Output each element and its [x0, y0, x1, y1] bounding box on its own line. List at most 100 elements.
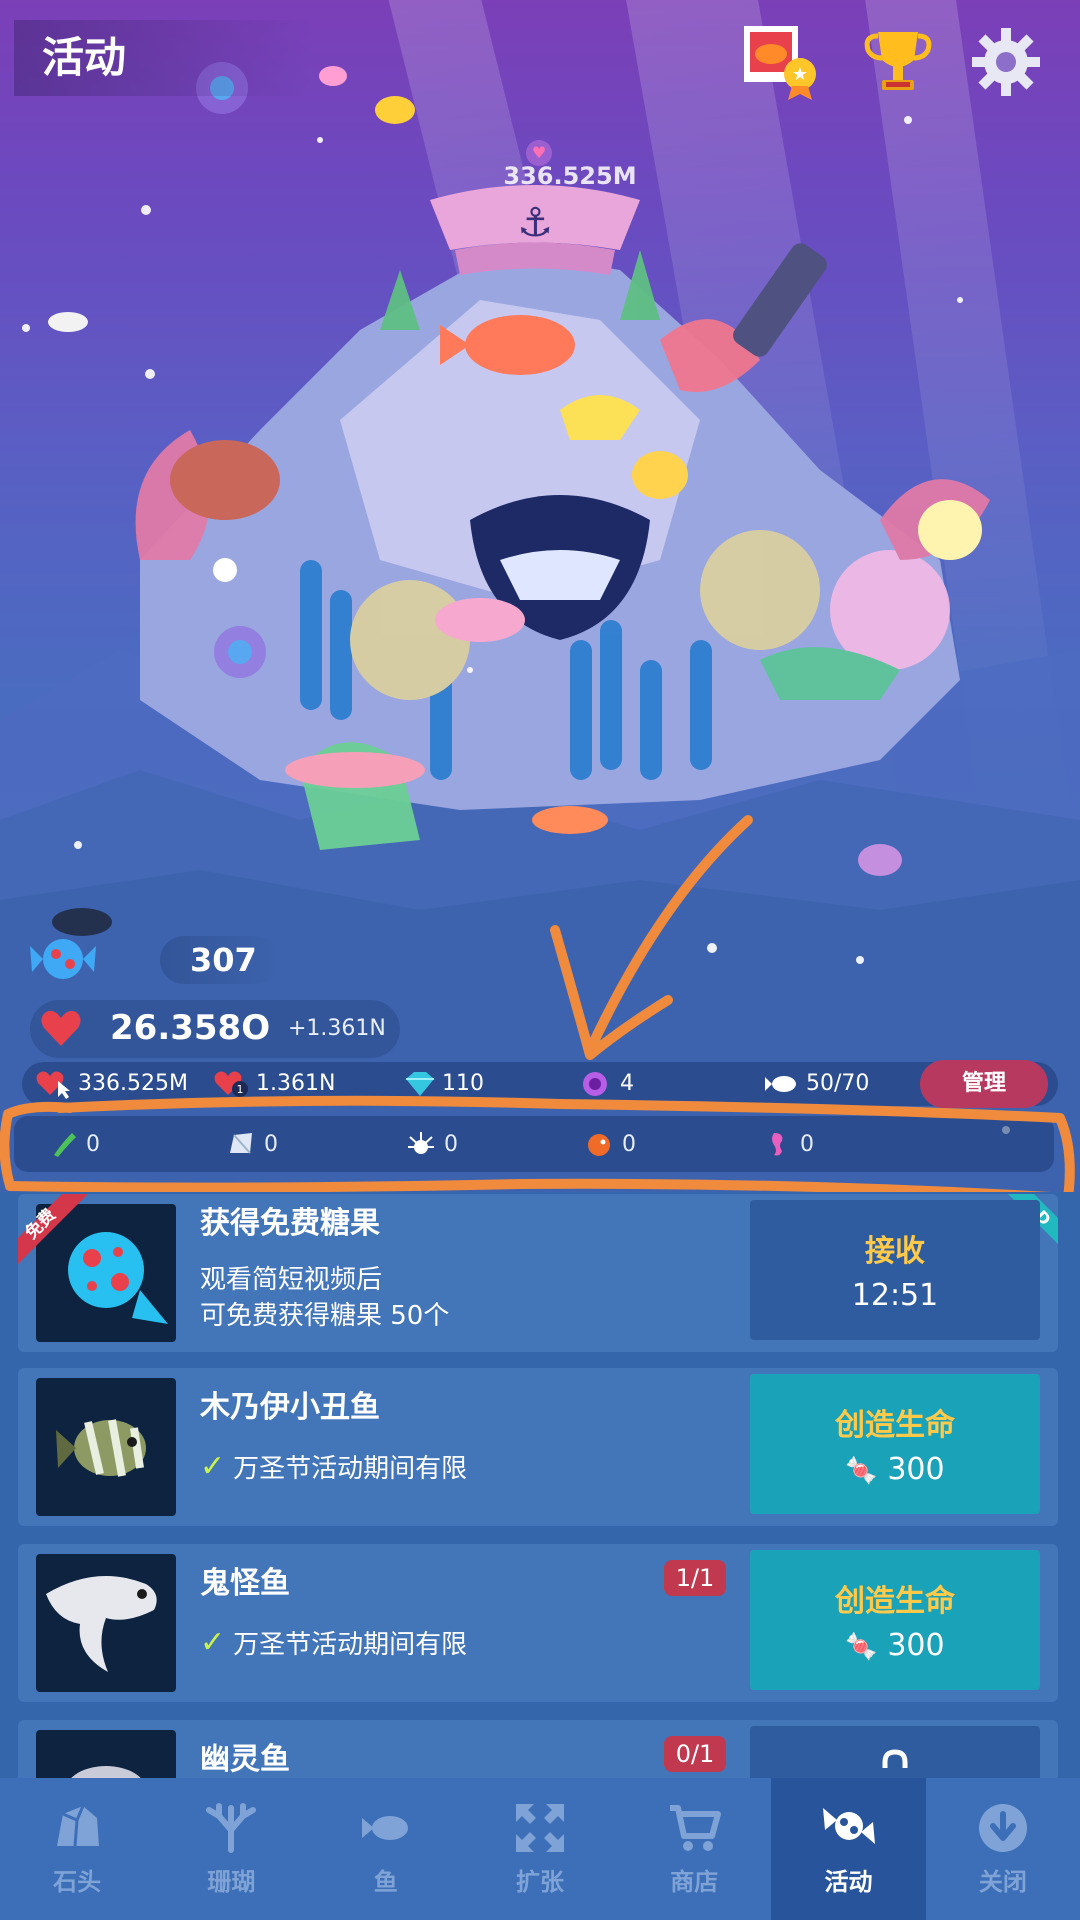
manage-button[interactable]: 管理	[920, 1060, 1048, 1108]
resource-sea-urchin: 0	[406, 1128, 458, 1160]
phantom-fish-icon	[71, 1766, 141, 1778]
nav-tab-stone[interactable]: 石头	[0, 1778, 154, 1920]
receive-label: 接收	[865, 1234, 925, 1269]
free-candy-card: 免费 AD 获得免费糖果 观看简短视频后 可免费获得糖果 50个 接收 12:5…	[18, 1194, 1058, 1352]
gems-value: 110	[442, 1071, 484, 1096]
resource-pufferfish: 0	[584, 1128, 636, 1160]
receive-timer: 12:51	[851, 1278, 939, 1313]
create-life-cost: 🍬 300	[750, 1452, 1040, 1487]
clownfish-icon	[56, 1419, 146, 1477]
nav-label: 关闭	[978, 1868, 1027, 1896]
resource-seaweed: 0	[48, 1128, 100, 1160]
fish-count-value: 50/70	[806, 1071, 870, 1096]
seahorse-icon	[772, 1133, 783, 1156]
svg-text:★: ★	[792, 64, 808, 85]
stats-bar: 336.525M 1 1.361N 110 4 50/70	[22, 1062, 1058, 1106]
candy-icon	[30, 939, 96, 979]
phantom-fish-thumbnail	[36, 1730, 176, 1778]
card-note: ✓ 万圣节活动期间有限	[200, 1448, 467, 1485]
cost-value: 300	[887, 1452, 945, 1487]
heart-clock-icon: 1	[214, 1071, 248, 1097]
collection-album-icon[interactable]: ★	[742, 22, 822, 102]
aquarium-love-value: 336.525M	[503, 162, 637, 190]
per-second-value: 1.361N	[256, 1071, 336, 1096]
mummy-clownfish-thumbnail	[36, 1378, 176, 1516]
activity-title: 活动	[14, 20, 314, 96]
seaweed-icon	[54, 1133, 76, 1157]
pearl-icon	[583, 1072, 607, 1096]
card-title: 鬼怪鱼	[200, 1566, 290, 1601]
nav-label: 扩张	[515, 1868, 564, 1896]
nav-tab-close[interactable]: 关闭	[926, 1778, 1080, 1920]
nav-label: 活动	[824, 1868, 873, 1896]
resource-value: 0	[86, 1131, 100, 1157]
nav-tab-expand[interactable]: 扩张	[463, 1778, 617, 1920]
card-title: 幽灵鱼	[200, 1742, 290, 1777]
card-note-text: 万圣节活动期间有限	[233, 1454, 468, 1484]
lock-icon	[882, 1749, 908, 1768]
pearls-value: 4	[620, 1071, 634, 1096]
nav-tab-activity[interactable]: 活动	[771, 1778, 926, 1920]
card-description-line: 观看简短视频后	[200, 1265, 383, 1295]
per-second-stat: 1 1.361N	[214, 1068, 335, 1100]
nav-label: 鱼	[373, 1868, 398, 1896]
create-life-button[interactable]: 创造生命 🍬 300	[750, 1374, 1040, 1514]
gem-icon	[406, 1072, 434, 1096]
gear-icon[interactable]	[966, 22, 1046, 102]
nav-tab-shop[interactable]: 商店	[617, 1778, 771, 1920]
candy-icon	[822, 1808, 875, 1844]
check-icon: ✓	[200, 1625, 226, 1660]
fish-icon	[765, 1076, 796, 1092]
create-life-label: 创造生命	[835, 1584, 955, 1619]
receive-button[interactable]: 接收 12:51	[750, 1200, 1040, 1340]
candy-icon: 🍬	[845, 1632, 878, 1662]
close-down-icon	[978, 1804, 1027, 1852]
resource-value: 0	[800, 1131, 814, 1157]
candy-count: 307	[160, 936, 280, 984]
coral-icon	[206, 1803, 257, 1853]
tap-value-stat: 336.525M	[36, 1068, 188, 1100]
sea-urchin-icon	[408, 1132, 434, 1154]
event-list[interactable]: 免费 AD 获得免费糖果 观看简短视频后 可免费获得糖果 50个 接收 12:5…	[0, 1192, 1080, 1778]
locked-action-button[interactable]	[750, 1726, 1040, 1778]
card-description: 观看简短视频后 可免费获得糖果 50个	[200, 1262, 449, 1334]
nav-label: 商店	[670, 1868, 719, 1896]
pearls-stat: 4	[578, 1068, 634, 1100]
card-note-text: 万圣节活动期间有限	[233, 1630, 468, 1660]
love-value: 26.358O	[110, 1008, 271, 1048]
check-icon: ✓	[200, 1449, 226, 1484]
nav-tab-coral[interactable]: 珊瑚	[154, 1778, 308, 1920]
heart-icon	[41, 1010, 81, 1046]
candy-icon: 🍬	[845, 1456, 878, 1486]
trophy-icon[interactable]	[858, 22, 938, 102]
phantom-fish-card: 幽灵鱼 0/1	[18, 1720, 1058, 1778]
card-title: 木乃伊小丑鱼	[200, 1390, 380, 1425]
svg-text:⚓: ⚓	[517, 200, 553, 246]
gems-stat: 110	[400, 1068, 484, 1100]
pufferfish-icon	[588, 1134, 610, 1156]
nav-label: 珊瑚	[207, 1868, 256, 1896]
nav-tab-fish[interactable]: 鱼	[309, 1778, 463, 1920]
svg-text:1: 1	[237, 1083, 244, 1096]
card-title: 获得免费糖果	[200, 1206, 380, 1241]
fish-icon	[361, 1816, 408, 1840]
love-total-panel: 26.358O +1.361N	[30, 1000, 400, 1058]
create-life-button[interactable]: 创造生命 🍬 300	[750, 1550, 1040, 1690]
fish-count-stat: 50/70	[764, 1068, 869, 1100]
resources-bar: 0 0 0 0 0	[14, 1116, 1054, 1172]
ghost-fish-thumbnail	[36, 1554, 176, 1692]
card-description-line: 可免费获得糖果 50个	[200, 1301, 450, 1331]
tap-value: 336.525M	[78, 1071, 188, 1096]
shell-icon	[230, 1133, 252, 1154]
nav-label: 石头	[53, 1868, 102, 1896]
ghost-fish-card: 鬼怪鱼 1/1 ✓ 万圣节活动期间有限 创造生命 🍬 300	[18, 1544, 1058, 1702]
cart-icon	[670, 1805, 722, 1851]
mummy-clownfish-card: 木乃伊小丑鱼 ✓ 万圣节活动期间有限 创造生命 🍬 300	[18, 1368, 1058, 1526]
resource-value: 0	[264, 1131, 278, 1157]
owned-count-badge: 0/1	[664, 1736, 726, 1772]
love-rate: +1.361N	[288, 1016, 386, 1041]
ghost-fish-icon	[46, 1576, 157, 1672]
resource-value: 0	[622, 1131, 636, 1157]
expand-icon	[515, 1804, 564, 1852]
stone-icon	[57, 1805, 100, 1847]
